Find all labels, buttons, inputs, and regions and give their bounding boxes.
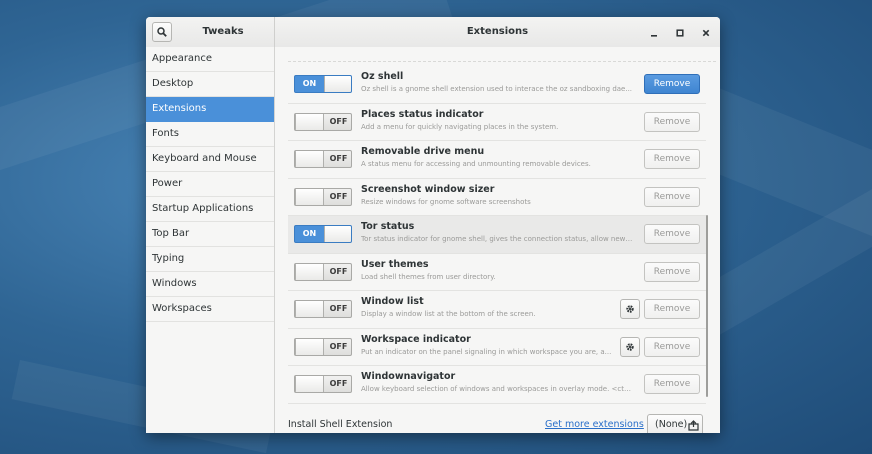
remove-button[interactable]: Remove: [644, 74, 700, 94]
remove-button[interactable]: Remove: [644, 261, 700, 282]
extension-list: ON Oz shell Oz shell is a gnome shell exte…: [288, 66, 706, 404]
toggle-switch-removable-drive-menu[interactable]: OFF: [294, 150, 352, 168]
extension-row-user-themes: OFF User themes Load shell themes from use…: [288, 254, 706, 291]
sidebar-item-appearance[interactable]: Appearance: [146, 47, 274, 72]
toggle-switch-places-status-indicator[interactable]: OFF: [294, 112, 352, 131]
sidebar-item-typing[interactable]: Typing: [146, 247, 274, 272]
extension-name: Places status indicator: [361, 108, 484, 120]
toggle-switch-oz-shell[interactable]: ON: [294, 75, 352, 93]
toggle-state-label: OFF: [329, 379, 348, 388]
close-button[interactable]: [699, 25, 713, 39]
extension-description: Display a window list at the bottom of t…: [361, 310, 536, 318]
remove-button[interactable]: Remove: [644, 299, 700, 319]
extension-name: Oz shell: [361, 71, 404, 82]
install-shell-extension-label: Install Shell Extension: [288, 419, 393, 430]
extension-description: Put an indicator on the panel signaling …: [361, 347, 612, 356]
app-title: Tweaks: [202, 26, 244, 37]
sidebar-item-desktop[interactable]: Desktop: [146, 72, 274, 97]
extension-settings-button[interactable]: [620, 299, 640, 319]
remove-button[interactable]: Remove: [644, 336, 700, 357]
toggle-state-label: ON: [302, 229, 317, 238]
minimize-button[interactable]: [647, 25, 661, 39]
toggle-state-label: OFF: [329, 341, 348, 351]
toggle-state-label: ON: [302, 79, 317, 88]
extension-name: Window list: [361, 296, 424, 307]
search-icon: [157, 27, 167, 37]
gear-icon: [626, 305, 634, 313]
list-top-edge: [288, 61, 716, 62]
toggle-switch-window-list[interactable]: OFF: [294, 300, 352, 318]
toggle-knob: [295, 376, 324, 392]
toggle-knob: [295, 151, 324, 167]
toggle-knob: [295, 301, 324, 317]
sidebar-item-keyboard-and-mouse[interactable]: Keyboard and Mouse: [146, 147, 274, 172]
tweaks-window: Tweaks Extensions Appearance Desktop Ext…: [146, 17, 720, 433]
sidebar-item-extensions[interactable]: Extensions: [146, 97, 274, 122]
file-chooser-label: (None): [655, 419, 688, 430]
extension-row-workspace-indicator: OFF Workspace indicator Put an indicator o…: [288, 329, 706, 366]
toggle-switch-screenshot-window-sizer[interactable]: OFF: [294, 187, 352, 206]
sidebar-item-top-bar[interactable]: Top Bar: [146, 222, 274, 247]
extension-row-window-list: OFF Window list Display a window list at t…: [288, 291, 706, 329]
extension-name: Workspace indicator: [361, 333, 471, 345]
extension-description: Load shell themes from user directory.: [361, 272, 496, 281]
scrollbar[interactable]: [706, 215, 708, 397]
extension-name: Removable drive menu: [361, 146, 485, 157]
gear-icon: [626, 342, 634, 351]
file-chooser-button[interactable]: (None): [647, 414, 703, 433]
extension-row-places-status-indicator: OFF Places status indicator Add a menu for…: [288, 104, 706, 141]
toggle-switch-windownavigator[interactable]: OFF: [294, 375, 352, 393]
extension-description: Tor status indicator for gnome shell, gi…: [361, 235, 633, 243]
sidebar-item-power[interactable]: Power: [146, 172, 274, 197]
toggle-knob: [295, 338, 324, 355]
title-bar: Tweaks Extensions: [146, 17, 720, 48]
extension-name: Windownavigator: [361, 371, 456, 382]
extension-settings-button[interactable]: [620, 336, 640, 357]
toggle-knob: [324, 226, 351, 242]
extension-description: Allow keyboard selection of windows and …: [361, 385, 633, 393]
remove-button[interactable]: Remove: [644, 374, 700, 394]
sidebar-item-windows[interactable]: Windows: [146, 272, 274, 297]
sidebar: Appearance Desktop Extensions Fonts Keyb…: [146, 47, 275, 433]
toggle-knob: [295, 113, 324, 130]
extension-name: User themes: [361, 258, 429, 270]
extensions-panel: ON Oz shell Oz shell is a gnome shell exte…: [275, 47, 720, 433]
toggle-switch-user-themes[interactable]: OFF: [294, 262, 352, 281]
extension-description: Resize windows for gnome software screen…: [361, 197, 531, 206]
toggle-knob: [295, 188, 324, 205]
extension-row-removable-drive-menu: OFF Removable drive menu A status menu for…: [288, 141, 706, 179]
extension-row-tor-status: ON Tor status Tor status indicator for gno…: [288, 216, 706, 254]
toggle-state-label: OFF: [329, 304, 348, 313]
toggle-switch-tor-status[interactable]: ON: [294, 225, 352, 243]
extension-row-screenshot-window-sizer: OFF Screenshot window sizer Resize windows…: [288, 179, 706, 216]
toggle-state-label: OFF: [329, 191, 348, 201]
maximize-button[interactable]: [673, 25, 687, 39]
toggle-state-label: OFF: [329, 154, 348, 163]
extension-description: Add a menu for quickly navigating places…: [361, 122, 559, 131]
toggle-switch-workspace-indicator[interactable]: OFF: [294, 337, 352, 356]
toggle-knob: [295, 263, 324, 280]
extension-row-oz-shell: ON Oz shell Oz shell is a gnome shell exte…: [288, 66, 706, 104]
extension-name: Tor status: [361, 221, 415, 232]
search-button[interactable]: [152, 22, 172, 42]
toggle-knob: [324, 76, 351, 92]
sidebar-item-startup-applications[interactable]: Startup Applications: [146, 197, 274, 222]
toggle-state-label: OFF: [329, 266, 348, 276]
remove-button[interactable]: Remove: [644, 186, 700, 207]
toggle-state-label: OFF: [329, 116, 348, 126]
get-more-extensions-link[interactable]: Get more extensions: [545, 419, 644, 430]
extension-description: A status menu for accessing and unmounti…: [361, 160, 591, 168]
sidebar-item-fonts[interactable]: Fonts: [146, 122, 274, 147]
sidebar-item-workspaces[interactable]: Workspaces: [146, 297, 274, 322]
remove-button[interactable]: Remove: [644, 149, 700, 169]
extension-row-windownavigator: OFF Windownavigator Allow keyboard selecti…: [288, 366, 706, 404]
remove-button[interactable]: Remove: [644, 224, 700, 244]
extension-name: Screenshot window sizer: [361, 183, 495, 195]
extension-description: Oz shell is a gnome shell extension used…: [361, 85, 633, 93]
open-file-icon: [688, 420, 699, 431]
remove-button[interactable]: Remove: [644, 111, 700, 132]
minimize-icon: [651, 35, 657, 37]
maximize-icon: [676, 29, 684, 37]
close-icon: [702, 29, 710, 37]
